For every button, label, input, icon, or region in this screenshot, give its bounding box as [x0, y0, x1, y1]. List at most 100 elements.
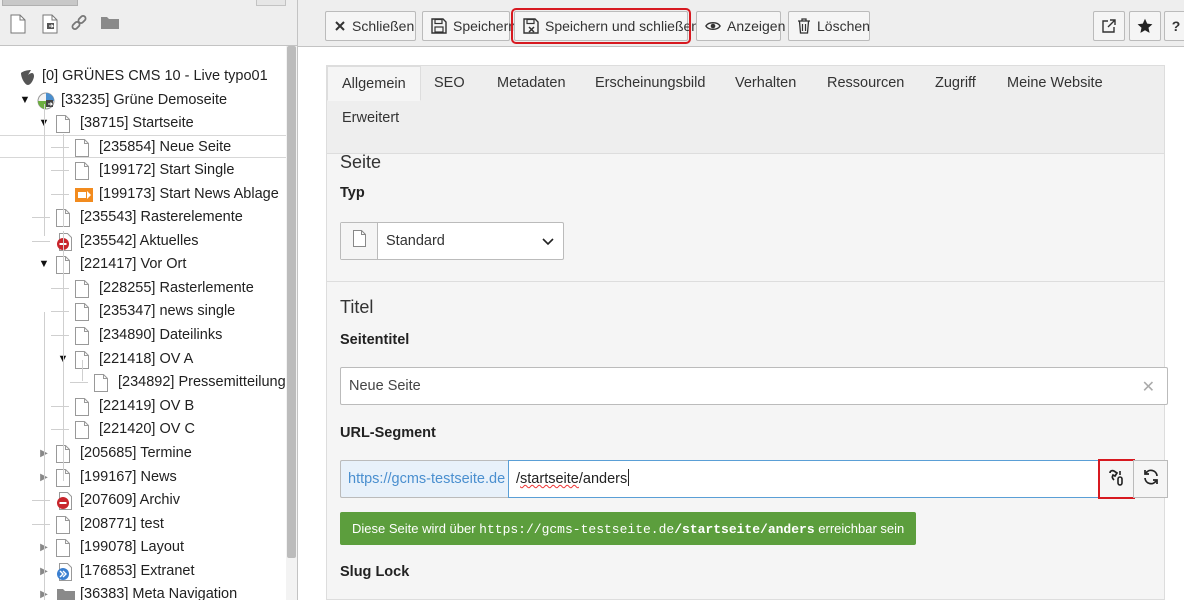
- tree-connector-line: [51, 147, 69, 148]
- tree-item-label: [235347] news single: [99, 303, 236, 319]
- url-prefix: https://gcms-testseite.de: [340, 460, 509, 498]
- tree-item-label: [38715] Startseite: [80, 115, 194, 131]
- typo3-logo-icon: [18, 68, 34, 86]
- tree-item[interactable]: [221419] OV B: [0, 395, 286, 418]
- expand-caret-icon[interactable]: ▼: [38, 253, 50, 276]
- open-in-new-window-button[interactable]: [1093, 11, 1125, 41]
- tree-connector-line: [70, 382, 88, 383]
- tab-ressourcen[interactable]: Ressourcen: [813, 66, 918, 101]
- url-segment-input[interactable]: /startseite/anders: [508, 460, 1099, 498]
- tree-item[interactable]: [208771] test: [0, 513, 286, 536]
- page-type-select[interactable]: Standard: [340, 222, 564, 260]
- page-tree: [0] GRÜNES CMS 10 - Live typo01 ▼ [33235] …: [0, 46, 286, 600]
- page-icon: [56, 516, 72, 534]
- tree-guide-line: [44, 312, 45, 600]
- tree-item[interactable]: ▶[176853] Extranet: [0, 560, 286, 583]
- page-icon: [75, 303, 91, 321]
- tree-scrollbar[interactable]: [286, 46, 297, 600]
- section-title-seite: Seite: [340, 152, 382, 172]
- star-icon: [1137, 18, 1153, 34]
- bookmark-button[interactable]: [1129, 11, 1161, 41]
- folder-icon: [56, 586, 75, 600]
- page-icon: [75, 398, 91, 416]
- tab-seo[interactable]: SEO: [420, 66, 479, 101]
- page-icon: [56, 539, 72, 557]
- page-title-value: Neue Seite: [349, 378, 421, 394]
- save-button[interactable]: Speichern: [422, 11, 516, 41]
- tree-item[interactable]: [235854] Neue Seite: [0, 135, 286, 158]
- page-tree-panel: [0] GRÜNES CMS 10 - Live typo01 ▼ [33235] …: [0, 0, 297, 600]
- tree-scrollbar-thumb[interactable]: [287, 46, 296, 558]
- type-label: Typ: [340, 185, 365, 201]
- new-page-icon[interactable]: [10, 14, 30, 34]
- tree-item[interactable]: [235347] news single: [0, 300, 286, 323]
- tree-item[interactable]: [199172] Start Single: [0, 159, 286, 182]
- tree-item-label: [221418] OV A: [99, 351, 194, 367]
- tree-item[interactable]: [228255] Rasterlemente: [0, 277, 286, 300]
- page-type-addon: [341, 223, 378, 259]
- tree-connector-line: [51, 429, 69, 430]
- close-button-label: Schließen: [352, 18, 415, 34]
- page-icon: [56, 209, 72, 227]
- close-button[interactable]: Schließen: [325, 11, 416, 41]
- tree-guide-line: [63, 231, 64, 481]
- toggle-slug-edit-button[interactable]: [1098, 459, 1135, 499]
- tree-item[interactable]: [235542] Aktuelles: [0, 230, 286, 253]
- page-icon: [56, 115, 72, 133]
- tree-item[interactable]: ▶[36383] Meta Navigation: [0, 583, 286, 600]
- tree-connector-line: [51, 194, 69, 195]
- page-icon: [56, 469, 72, 487]
- tab-erscheinungsbild[interactable]: Erscheinungsbild: [581, 66, 719, 101]
- tree-item[interactable]: [199173] Start News Ablage: [0, 183, 286, 206]
- tree-item[interactable]: ▶[199078] Layout: [0, 536, 286, 559]
- close-icon: [334, 18, 346, 34]
- folder-icon[interactable]: [100, 14, 120, 34]
- panel-tab-other[interactable]: [256, 0, 286, 6]
- save-and-close-button[interactable]: Speichern und schließen: [511, 8, 699, 44]
- tree-item-label: [199172] Start Single: [99, 162, 235, 178]
- slug-info-url-path: /startseite/anders: [674, 522, 815, 537]
- tab-erweitert[interactable]: Erweitert: [328, 101, 413, 136]
- regenerate-slug-button[interactable]: [1133, 460, 1168, 498]
- tab-meine-website[interactable]: Meine Website: [993, 66, 1117, 101]
- panel-tab-active[interactable]: [2, 0, 78, 6]
- tree-item[interactable]: ▼[221418] OV A: [0, 348, 286, 371]
- tree-item[interactable]: [221420] OV C: [0, 418, 286, 441]
- link-icon[interactable]: [70, 14, 90, 34]
- tab-allgemein[interactable]: Allgemein: [327, 66, 421, 101]
- page-shortcut-icon: [56, 563, 72, 581]
- page-icon: [75, 351, 91, 369]
- tree-item[interactable]: [234892] Pressemitteilungen: [0, 371, 286, 394]
- page-icon: [75, 139, 91, 157]
- new-page-shortcut-icon[interactable]: [42, 14, 62, 34]
- tree-item[interactable]: ▼ [33235] Grüne Demoseite: [0, 89, 286, 112]
- slug-lock-label: Slug Lock: [340, 564, 410, 580]
- tree-item[interactable]: [207609] Archiv: [0, 489, 286, 512]
- tree-item-label: [208771] test: [80, 516, 164, 532]
- tree-item[interactable]: [234890] Dateilinks: [0, 324, 286, 347]
- tree-item[interactable]: ▶[199167] News: [0, 466, 286, 489]
- tab-verhalten[interactable]: Verhalten: [721, 66, 810, 101]
- help-button[interactable]: ?: [1164, 11, 1184, 41]
- tree-item-label: [205685] Termine: [80, 445, 192, 461]
- delete-button[interactable]: Löschen: [788, 11, 870, 41]
- view-button[interactable]: Anzeigen: [696, 11, 785, 41]
- tree-item[interactable]: ▶[205685] Termine: [0, 442, 286, 465]
- expand-caret-icon[interactable]: ▼: [19, 89, 31, 112]
- page-tree-toolbar: [0, 0, 297, 46]
- slug-info-suffix: erreichbar sein: [814, 521, 905, 536]
- clear-icon[interactable]: ✕: [1142, 377, 1155, 397]
- slug-part-spellchecked: startseite: [520, 471, 579, 487]
- tab-metadaten[interactable]: Metadaten: [483, 66, 580, 101]
- tree-connector-line: [51, 406, 69, 407]
- tree-item[interactable]: [0] GRÜNES CMS 10 - Live typo01: [0, 65, 286, 88]
- tree-item[interactable]: ▼[38715] Startseite: [0, 112, 286, 135]
- tree-item[interactable]: [235543] Rasterelemente: [0, 206, 286, 229]
- page-type-value: Standard: [386, 233, 445, 249]
- trash-icon: [797, 18, 811, 34]
- slug-info-message: Diese Seite wird über https://gcms-tests…: [340, 512, 917, 545]
- page-title-input[interactable]: Neue Seite ✕: [340, 367, 1168, 405]
- tab-zugriff[interactable]: Zugriff: [921, 66, 990, 101]
- tree-item[interactable]: ▼ [221417] Vor Ort: [0, 253, 286, 276]
- save-and-close-label: Speichern und schließen: [545, 18, 700, 34]
